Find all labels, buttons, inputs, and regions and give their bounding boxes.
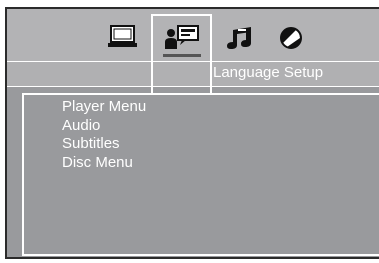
selected-tab-frame (151, 14, 212, 94)
monitor-icon (108, 25, 137, 47)
setup-screen: Language Setup Player Menu Audio Subtitl… (5, 7, 379, 259)
menu-item-subtitles[interactable]: Subtitles (62, 135, 146, 154)
tab-general[interactable] (108, 25, 138, 49)
language-menu: Player Menu Audio Subtitles Disc Menu (62, 98, 146, 172)
tab-preferences[interactable] (279, 26, 303, 50)
tab-audio[interactable] (225, 26, 253, 50)
menu-item-audio[interactable]: Audio (62, 117, 146, 136)
menu-item-disc-menu[interactable]: Disc Menu (62, 154, 146, 173)
menu-item-player-menu[interactable]: Player Menu (62, 98, 146, 117)
section-title: Language Setup (213, 64, 324, 81)
disc-icon (280, 27, 302, 49)
music-note-icon (227, 27, 251, 49)
